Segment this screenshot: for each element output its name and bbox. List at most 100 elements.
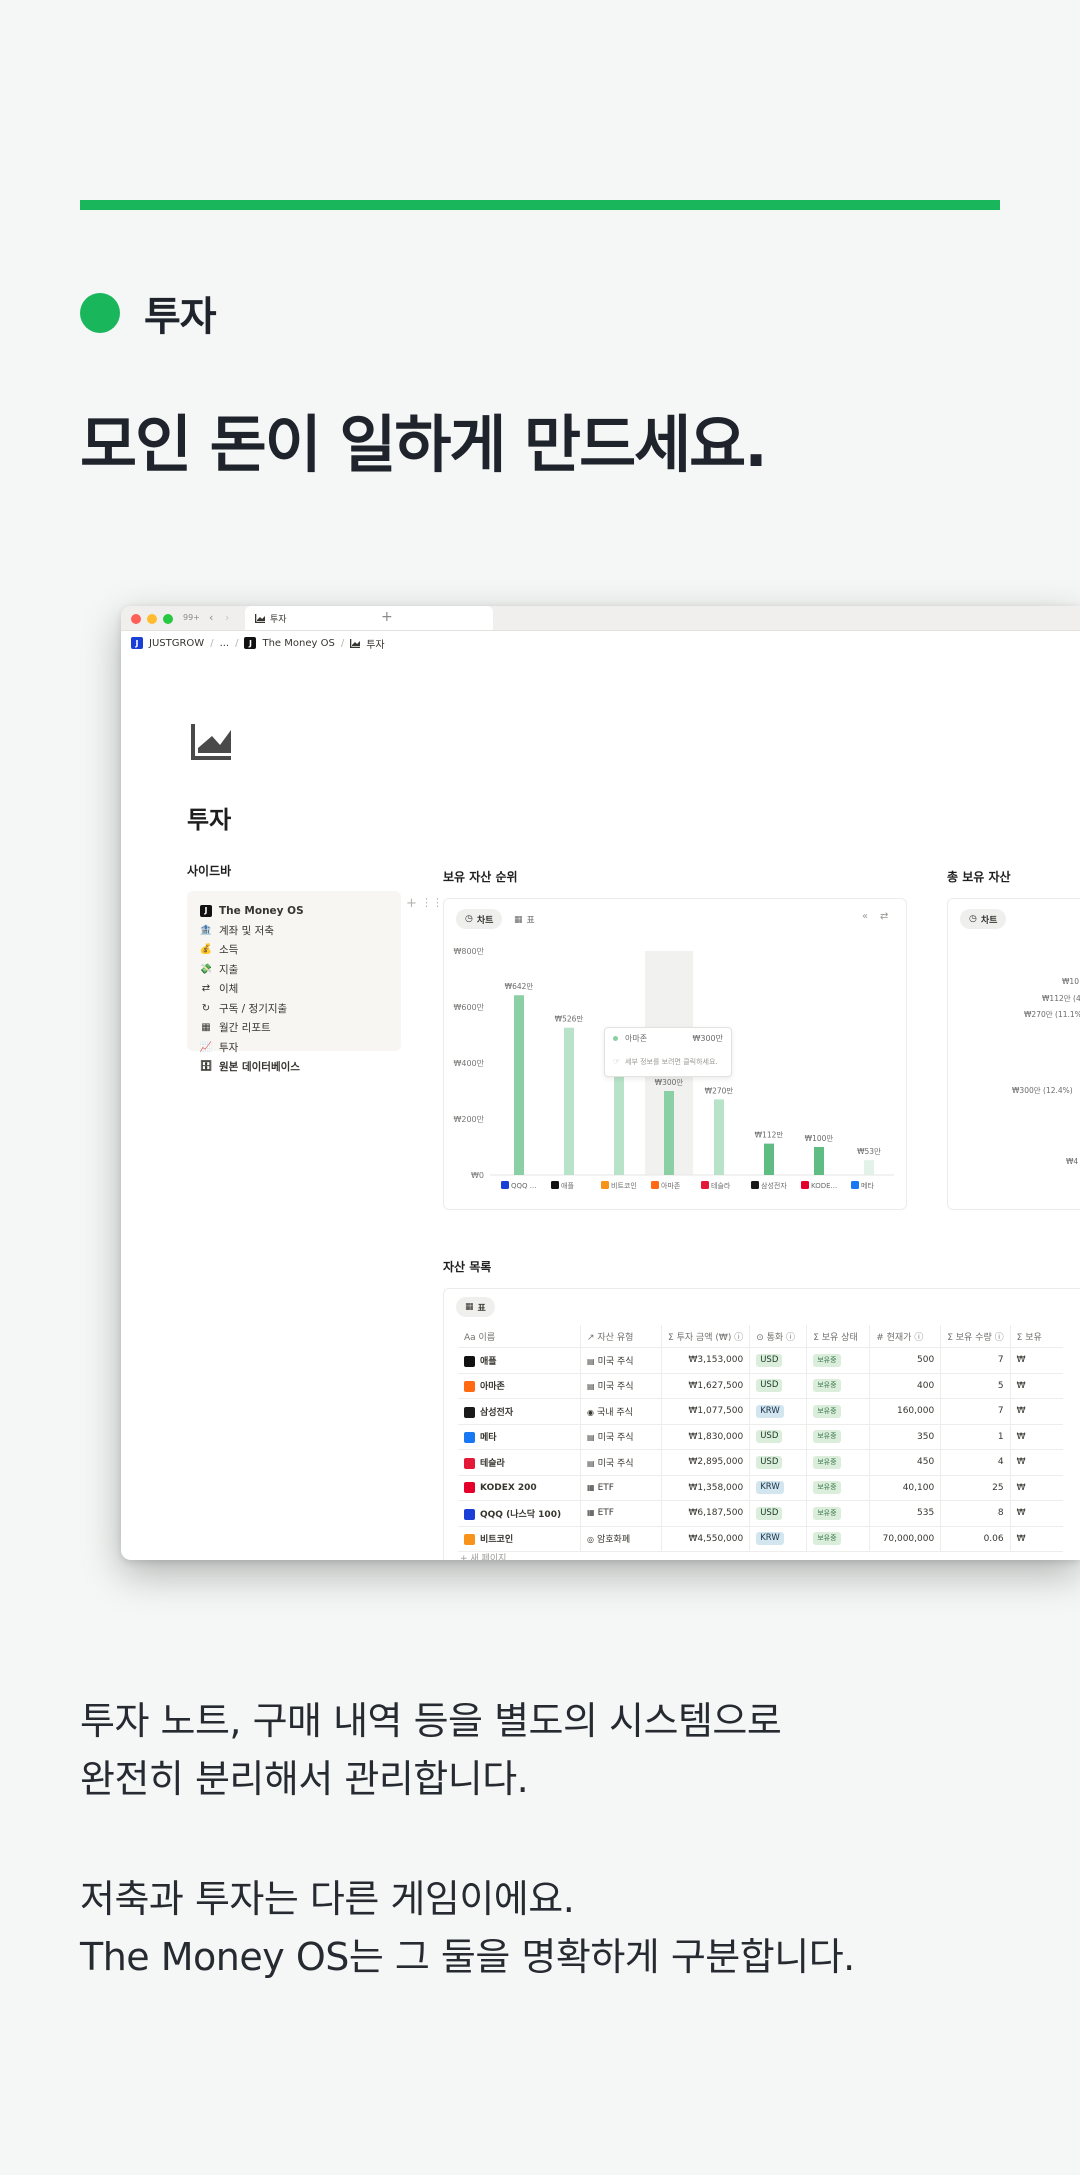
cell-status[interactable]: 보유중	[806, 1424, 871, 1450]
minimize-window-button[interactable]	[147, 614, 157, 624]
cell-currency[interactable]: USD	[749, 1449, 808, 1476]
sidebar-item-transfer[interactable]: ⇄ 이체	[199, 979, 389, 999]
cell-price[interactable]: 70,000,000	[869, 1526, 942, 1552]
cell-currency[interactable]: USD	[749, 1424, 808, 1450]
cell-currency[interactable]: USD	[749, 1347, 808, 1374]
cell-invested[interactable]: ₩2,895,000	[661, 1449, 751, 1476]
breadcrumb-item[interactable]: ...	[220, 638, 230, 649]
sidebar-item-database[interactable]: 🗄 원본 데이터베이스	[199, 1057, 389, 1077]
bar[interactable]	[564, 1027, 574, 1175]
bar[interactable]	[514, 995, 524, 1175]
column-header-price[interactable]: # 현재가 ⓘ	[869, 1325, 942, 1348]
cell-type[interactable]: ▤ 미국 주식	[580, 1424, 662, 1450]
cell-status[interactable]: 보유중	[806, 1398, 871, 1425]
column-header-invested[interactable]: Σ 투자 금액 (₩) ⓘ	[661, 1325, 751, 1348]
cell-status[interactable]: 보유중	[806, 1449, 871, 1476]
cell-name[interactable]: 아마존	[458, 1373, 581, 1399]
cell-currency[interactable]: KRW	[749, 1526, 808, 1552]
cell-name[interactable]: 애플	[458, 1347, 581, 1374]
cell-qty[interactable]: 0.06	[940, 1526, 1011, 1552]
cell-type[interactable]: ▦ ETF	[580, 1475, 662, 1501]
tab-count-badge[interactable]: 99+	[183, 613, 200, 622]
cell-price[interactable]: 500	[869, 1347, 942, 1374]
table-row[interactable]: KODEX 200 ▦ ETF ₩1,358,000 KRW 보유중 40,100 25 ₩	[458, 1475, 1063, 1501]
cell-currency[interactable]: KRW	[749, 1398, 808, 1425]
breadcrumb-item[interactable]: The Money OS	[262, 638, 334, 649]
cell-holding[interactable]: ₩	[1010, 1398, 1063, 1425]
bar[interactable]	[764, 1143, 774, 1175]
maximize-window-button[interactable]	[163, 614, 173, 624]
add-block-icon[interactable]: +	[406, 896, 417, 911]
table-row[interactable]: 애플 ▤ 미국 주식 ₩3,153,000 USD 보유중 500 7 ₩	[458, 1347, 1063, 1374]
cell-invested[interactable]: ₩3,153,000	[661, 1347, 751, 1374]
sidebar-item-income[interactable]: 💰 소득	[199, 940, 389, 960]
cell-name[interactable]: KODEX 200	[458, 1475, 581, 1501]
cell-type[interactable]: ▤ 미국 주식	[580, 1347, 662, 1374]
cell-invested[interactable]: ₩1,358,000	[661, 1475, 751, 1501]
cell-holding[interactable]: ₩	[1010, 1500, 1063, 1527]
column-header-type[interactable]: ↗ 자산 유형	[580, 1325, 662, 1348]
cell-status[interactable]: 보유중	[806, 1526, 871, 1552]
cell-holding[interactable]: ₩	[1010, 1526, 1063, 1552]
new-tab-button[interactable]: +	[381, 609, 393, 625]
column-header-currency[interactable]: ⊙ 통화 ⓘ	[749, 1325, 808, 1348]
cell-type[interactable]: ▤ 미국 주식	[580, 1449, 662, 1476]
browser-tab[interactable]: 투자	[245, 606, 493, 630]
drag-handle-icon[interactable]: ⋮⋮	[421, 896, 443, 909]
table-row[interactable]: 아마존 ▤ 미국 주식 ₩1,627,500 USD 보유중 400 5 ₩	[458, 1373, 1063, 1399]
cell-currency[interactable]: USD	[749, 1373, 808, 1399]
sidebar-item-monthly-report[interactable]: ▦ 월간 리포트	[199, 1018, 389, 1038]
bar[interactable]	[814, 1147, 824, 1175]
bar[interactable]	[664, 1091, 674, 1175]
cell-status[interactable]: 보유중	[806, 1475, 871, 1501]
cell-holding[interactable]: ₩	[1010, 1475, 1063, 1501]
cell-type[interactable]: ◎ 암호화폐	[580, 1526, 662, 1552]
cell-type[interactable]: ▦ ETF	[580, 1500, 662, 1527]
cell-name[interactable]: 삼성전자	[458, 1398, 581, 1425]
new-page-button[interactable]: + 새 페이지	[460, 1551, 506, 1560]
cell-qty[interactable]: 5	[940, 1373, 1011, 1399]
table-row[interactable]: 비트코인 ◎ 암호화폐 ₩4,550,000 KRW 보유중 70,000,000 0.06 ₩	[458, 1526, 1063, 1552]
cell-holding[interactable]: ₩	[1010, 1347, 1063, 1374]
sidebar-item-money-os[interactable]: J The Money OS	[199, 901, 389, 921]
table-row[interactable]: QQQ (나스닥 100) ▦ ETF ₩6,187,500 USD 보유중 535 8 ₩	[458, 1500, 1063, 1527]
cell-invested[interactable]: ₩4,550,000	[661, 1526, 751, 1552]
cell-price[interactable]: 350	[869, 1424, 942, 1450]
cell-name[interactable]: 메타	[458, 1424, 581, 1450]
sidebar-item-subscription[interactable]: ↻ 구독 / 정기지출	[199, 999, 389, 1019]
cell-price[interactable]: 160,000	[869, 1398, 942, 1425]
cell-status[interactable]: 보유중	[806, 1373, 871, 1399]
forward-arrow-icon[interactable]: ›	[225, 611, 229, 624]
cell-qty[interactable]: 7	[940, 1347, 1011, 1374]
column-header-holding[interactable]: Σ 보유	[1010, 1325, 1063, 1348]
close-window-button[interactable]	[131, 614, 141, 624]
cell-currency[interactable]: KRW	[749, 1475, 808, 1501]
column-header-qty[interactable]: Σ 보유 수량 ⓘ	[940, 1325, 1011, 1348]
table-view-tab[interactable]: ▦ 표	[456, 1297, 495, 1317]
cell-qty[interactable]: 4	[940, 1449, 1011, 1476]
cell-invested[interactable]: ₩6,187,500	[661, 1500, 751, 1527]
cell-qty[interactable]: 7	[940, 1398, 1011, 1425]
cell-price[interactable]: 40,100	[869, 1475, 942, 1501]
cell-qty[interactable]: 25	[940, 1475, 1011, 1501]
cell-status[interactable]: 보유중	[806, 1500, 871, 1527]
bar[interactable]	[714, 1099, 724, 1175]
chart-view-tab[interactable]: ◷ 차트	[960, 909, 1007, 929]
page-chart-area-icon[interactable]	[191, 724, 231, 764]
sidebar-item-expense[interactable]: 💸 지출	[199, 960, 389, 980]
breadcrumb-item[interactable]: JUSTGROW	[149, 638, 204, 649]
cell-type[interactable]: ▤ 미국 주식	[580, 1373, 662, 1399]
sidebar-item-accounts[interactable]: 🏦 계좌 및 저축	[199, 921, 389, 941]
table-row[interactable]: 메타 ▤ 미국 주식 ₩1,830,000 USD 보유중 350 1 ₩	[458, 1424, 1063, 1450]
column-header-status[interactable]: Σ 보유 상태	[806, 1325, 871, 1348]
cell-invested[interactable]: ₩1,830,000	[661, 1424, 751, 1450]
cell-invested[interactable]: ₩1,627,500	[661, 1373, 751, 1399]
cell-currency[interactable]: USD	[749, 1500, 808, 1527]
cell-holding[interactable]: ₩	[1010, 1424, 1063, 1450]
column-header-name[interactable]: Aa 이름	[458, 1325, 581, 1348]
cell-price[interactable]: 450	[869, 1449, 942, 1476]
cell-qty[interactable]: 8	[940, 1500, 1011, 1527]
cell-invested[interactable]: ₩1,077,500	[661, 1398, 751, 1425]
cell-holding[interactable]: ₩	[1010, 1373, 1063, 1399]
table-row[interactable]: 테슬라 ▤ 미국 주식 ₩2,895,000 USD 보유중 450 4 ₩	[458, 1449, 1063, 1476]
